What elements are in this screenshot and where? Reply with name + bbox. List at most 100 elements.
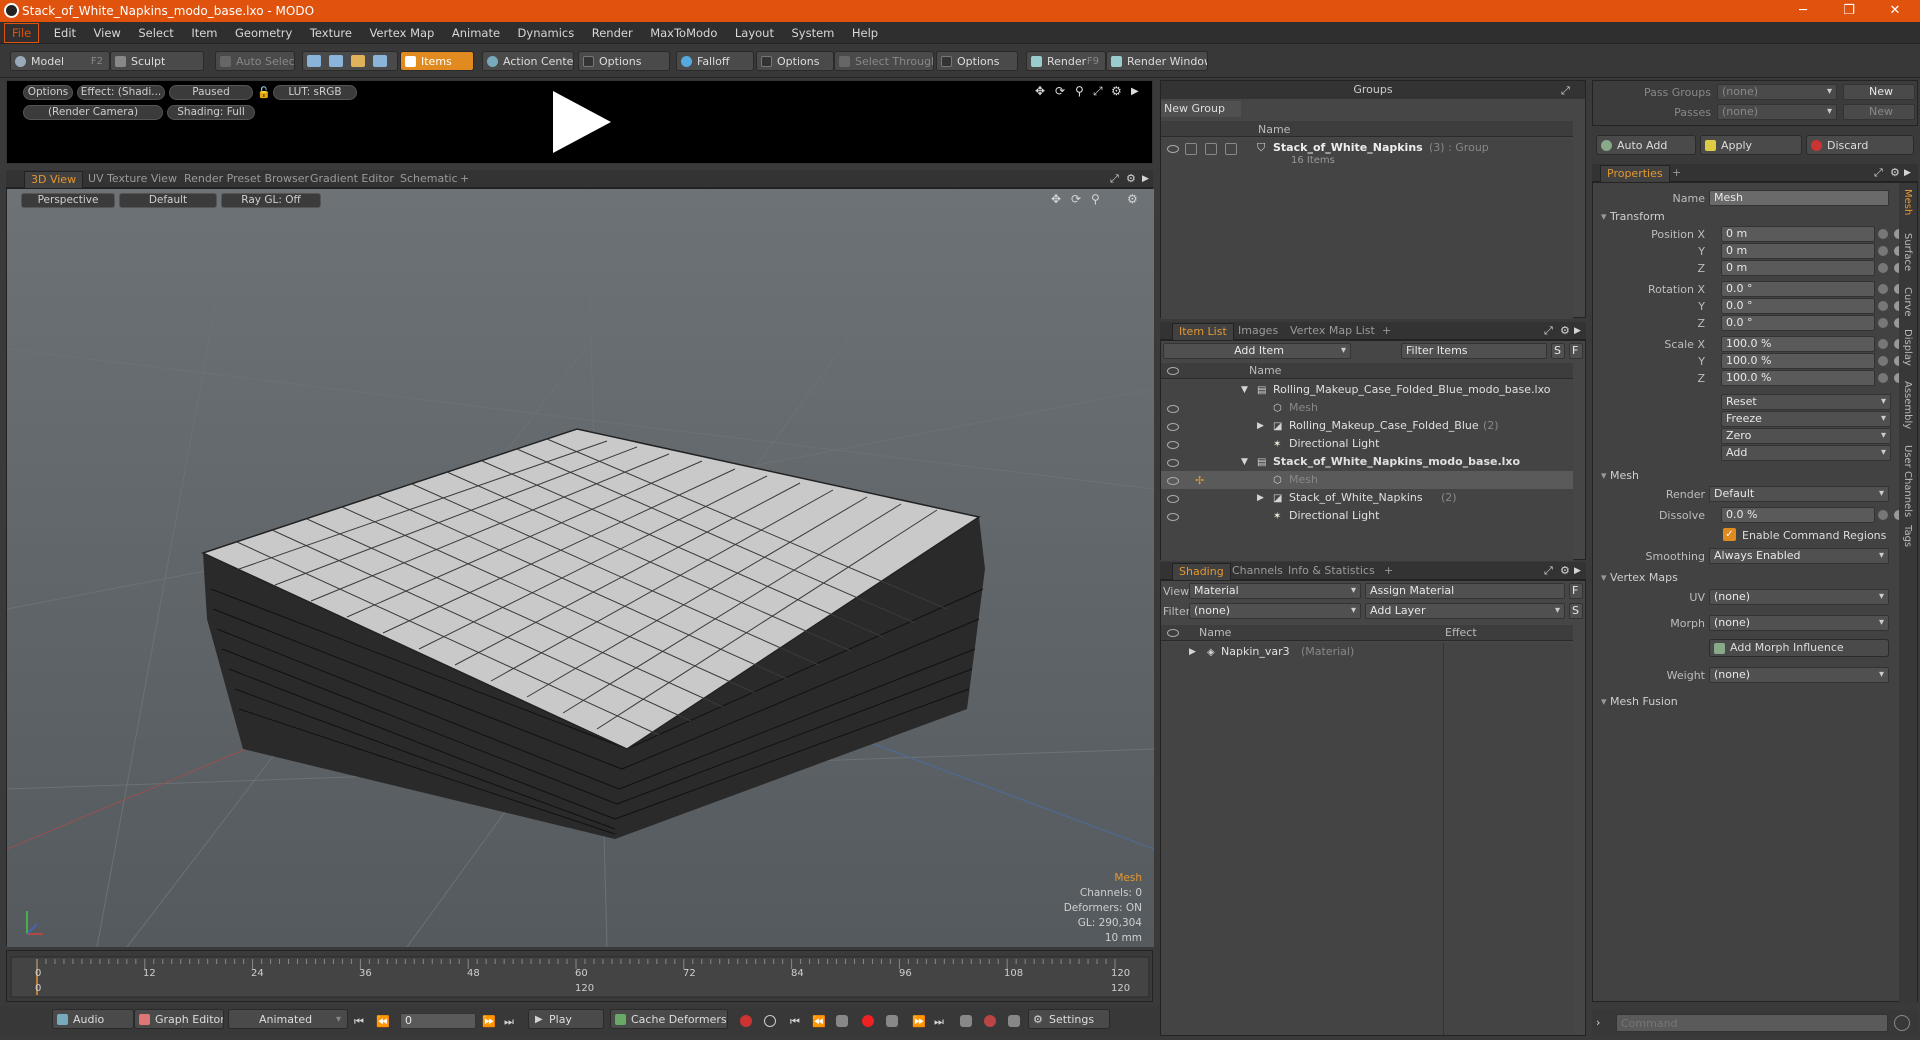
tab-gradient-editor[interactable]: Gradient Editor — [304, 171, 400, 188]
default-style-dropdown[interactable]: Default — [119, 193, 217, 208]
rotation-x-field[interactable]: 0.0 ° — [1721, 281, 1875, 297]
pass-groups-dropdown[interactable]: (none) — [1717, 84, 1837, 100]
select-options-button[interactable]: Options — [936, 51, 1018, 71]
eye-icon[interactable] — [1167, 423, 1179, 431]
step-forward-icon[interactable]: ⏩ — [482, 1015, 496, 1028]
shading-search-button[interactable]: S — [1569, 603, 1583, 619]
apply-button[interactable]: Apply — [1700, 135, 1802, 155]
preview-options-button[interactable]: Options — [23, 85, 73, 100]
model-button[interactable]: Model F2 — [10, 51, 110, 71]
skip-start-icon[interactable]: ⏮ — [354, 1015, 364, 1028]
dissolve-field[interactable]: 0.0 % — [1721, 507, 1875, 523]
move-view-icon[interactable]: ✥ — [1051, 193, 1061, 206]
prev-key-icon[interactable]: ⏮ — [790, 1015, 800, 1028]
eye-icon[interactable] — [1167, 145, 1179, 153]
filter-dropdown[interactable]: (none) — [1189, 603, 1361, 619]
list-item[interactable]: ▼ ▤ Rolling_Makeup_Case_Folded_Blue_modo_b… — [1161, 381, 1573, 399]
expand-arrow-icon[interactable]: ▼ — [1241, 456, 1248, 469]
expand-arrow-icon[interactable]: ▶ — [1257, 492, 1264, 505]
filter-items-input[interactable]: Filter Items — [1401, 343, 1547, 359]
render-dropdown[interactable]: Default — [1709, 486, 1889, 502]
tab-uv-texture-view[interactable]: UV Texture View — [82, 171, 183, 188]
menu-item[interactable]: Item — [184, 22, 224, 44]
animated-dropdown[interactable]: Animated ▾ — [228, 1009, 348, 1029]
smoothing-dropdown[interactable]: Always Enabled — [1709, 548, 1889, 564]
edges-mode-icon[interactable] — [329, 55, 343, 67]
zero-dropdown[interactable]: Zero — [1721, 428, 1891, 444]
falloff-button[interactable]: Falloff — [676, 51, 754, 71]
menu-vertex-map[interactable]: Vertex Map — [362, 22, 441, 44]
side-tab-display[interactable]: Display — [1902, 329, 1913, 366]
list-item[interactable]: ▼ ▤ Stack_of_White_Napkins_modo_base.lxo — [1161, 453, 1573, 471]
side-tab-curve[interactable]: Curve — [1902, 287, 1913, 317]
menu-geometry[interactable]: Geometry — [228, 22, 299, 44]
add-tab-button[interactable]: + — [1376, 323, 1397, 340]
list-item[interactable]: ▶ ◪ Rolling_Makeup_Case_Folded_Blue (2) — [1161, 417, 1573, 435]
rotation-z-field[interactable]: 0.0 ° — [1721, 315, 1875, 331]
list-item[interactable]: ✶ Directional Light — [1161, 435, 1573, 453]
render-toggle-icon[interactable] — [1185, 143, 1197, 155]
position-x-field[interactable]: 0 m — [1721, 226, 1875, 242]
tab-info-statistics[interactable]: Info & Statistics — [1282, 563, 1381, 580]
menu-edit[interactable]: Edit — [47, 22, 83, 44]
discard-button[interactable]: Discard — [1806, 135, 1914, 155]
list-item[interactable]: ✶ Directional Light — [1161, 507, 1573, 525]
menu-animate[interactable]: Animate — [445, 22, 507, 44]
keyframe-dot-icon[interactable] — [1878, 263, 1888, 273]
passes-dropdown[interactable]: (none) — [1717, 104, 1837, 120]
auto-add-button[interactable]: Auto Add — [1596, 135, 1696, 155]
keyframe-dot-icon[interactable] — [1878, 356, 1888, 366]
prev-frame-key-icon[interactable]: ⏪ — [812, 1015, 826, 1028]
keyframe-dot-icon[interactable] — [1878, 301, 1888, 311]
eye-icon[interactable] — [1167, 459, 1179, 467]
render-camera-dropdown[interactable]: (Render Camera) — [23, 105, 163, 120]
menu-maxtomodo[interactable]: MaxToModo — [643, 22, 724, 44]
menu-view[interactable]: View — [87, 22, 128, 44]
pin-icon[interactable]: ✢ — [1195, 474, 1204, 487]
expand-icon[interactable]: ⤢ — [1093, 85, 1103, 98]
side-tab-mesh[interactable]: Mesh — [1902, 189, 1913, 215]
timeline[interactable]: 0 12 24 36 48 60 72 84 96 108 120 0 120 … — [6, 950, 1153, 1002]
add-dropdown[interactable]: Add — [1721, 445, 1891, 461]
expand-icon[interactable]: ⤢ — [1561, 84, 1570, 97]
menu-select[interactable]: Select — [131, 22, 180, 44]
rotation-y-field[interactable]: 0.0 ° — [1721, 298, 1875, 314]
audio-button[interactable]: Audio — [52, 1009, 134, 1029]
auto-key-icon[interactable] — [764, 1015, 776, 1027]
step-back-icon[interactable]: ⏪ — [376, 1015, 390, 1028]
expand-icon[interactable]: ⤢ — [1544, 564, 1553, 577]
weight-dropdown[interactable]: (none) — [1709, 667, 1889, 683]
select-toggle-icon[interactable] — [1225, 143, 1237, 155]
options-key-icon[interactable] — [1008, 1015, 1020, 1027]
add-tab-button[interactable]: + — [1666, 165, 1687, 182]
name-field[interactable]: Mesh — [1709, 190, 1889, 206]
gear-icon[interactable]: ⚙ — [1560, 324, 1570, 337]
expand-icon[interactable]: ⤢ — [1544, 324, 1553, 337]
key-filter-icon[interactable] — [886, 1015, 898, 1027]
materials-mode-icon[interactable] — [373, 55, 387, 67]
add-item-dropdown[interactable]: Add Item — [1163, 343, 1351, 359]
preview-effect-dropdown[interactable]: Effect: (Shadi... — [77, 85, 165, 100]
gear-icon[interactable]: ⚙ — [1560, 564, 1570, 577]
settings-button[interactable]: ⚙ Settings — [1028, 1009, 1110, 1029]
panel-arrow-icon[interactable]: ▶ — [1904, 167, 1911, 180]
gear-icon[interactable]: ⚙ — [1890, 166, 1900, 179]
keyframe-dot-icon[interactable] — [1878, 339, 1888, 349]
key-icon[interactable] — [740, 1015, 752, 1027]
keyframe-dot-icon[interactable] — [1878, 284, 1888, 294]
view-dropdown[interactable]: Material — [1189, 583, 1361, 599]
new-pass-group-button[interactable]: New — [1843, 84, 1915, 100]
move-view-icon[interactable]: ✥ — [1035, 85, 1045, 98]
skip-end-icon[interactable]: ⏭ — [504, 1015, 514, 1028]
menu-help[interactable]: Help — [845, 22, 885, 44]
vertices-mode-icon[interactable] — [307, 55, 321, 67]
close-button[interactable]: ✕ — [1872, 0, 1918, 22]
eye-icon[interactable] — [1167, 477, 1179, 485]
menu-system[interactable]: System — [784, 22, 841, 44]
keyframe-dot-icon[interactable] — [1878, 229, 1888, 239]
scale-y-field[interactable]: 100.0 % — [1721, 353, 1875, 369]
raygl-dropdown[interactable]: Ray GL: Off — [221, 193, 321, 208]
graph-editor-button[interactable]: Graph Editor — [134, 1009, 224, 1029]
shading-dropdown[interactable]: Shading: Full — [167, 105, 255, 120]
keyframe-dot-icon[interactable] — [1878, 246, 1888, 256]
